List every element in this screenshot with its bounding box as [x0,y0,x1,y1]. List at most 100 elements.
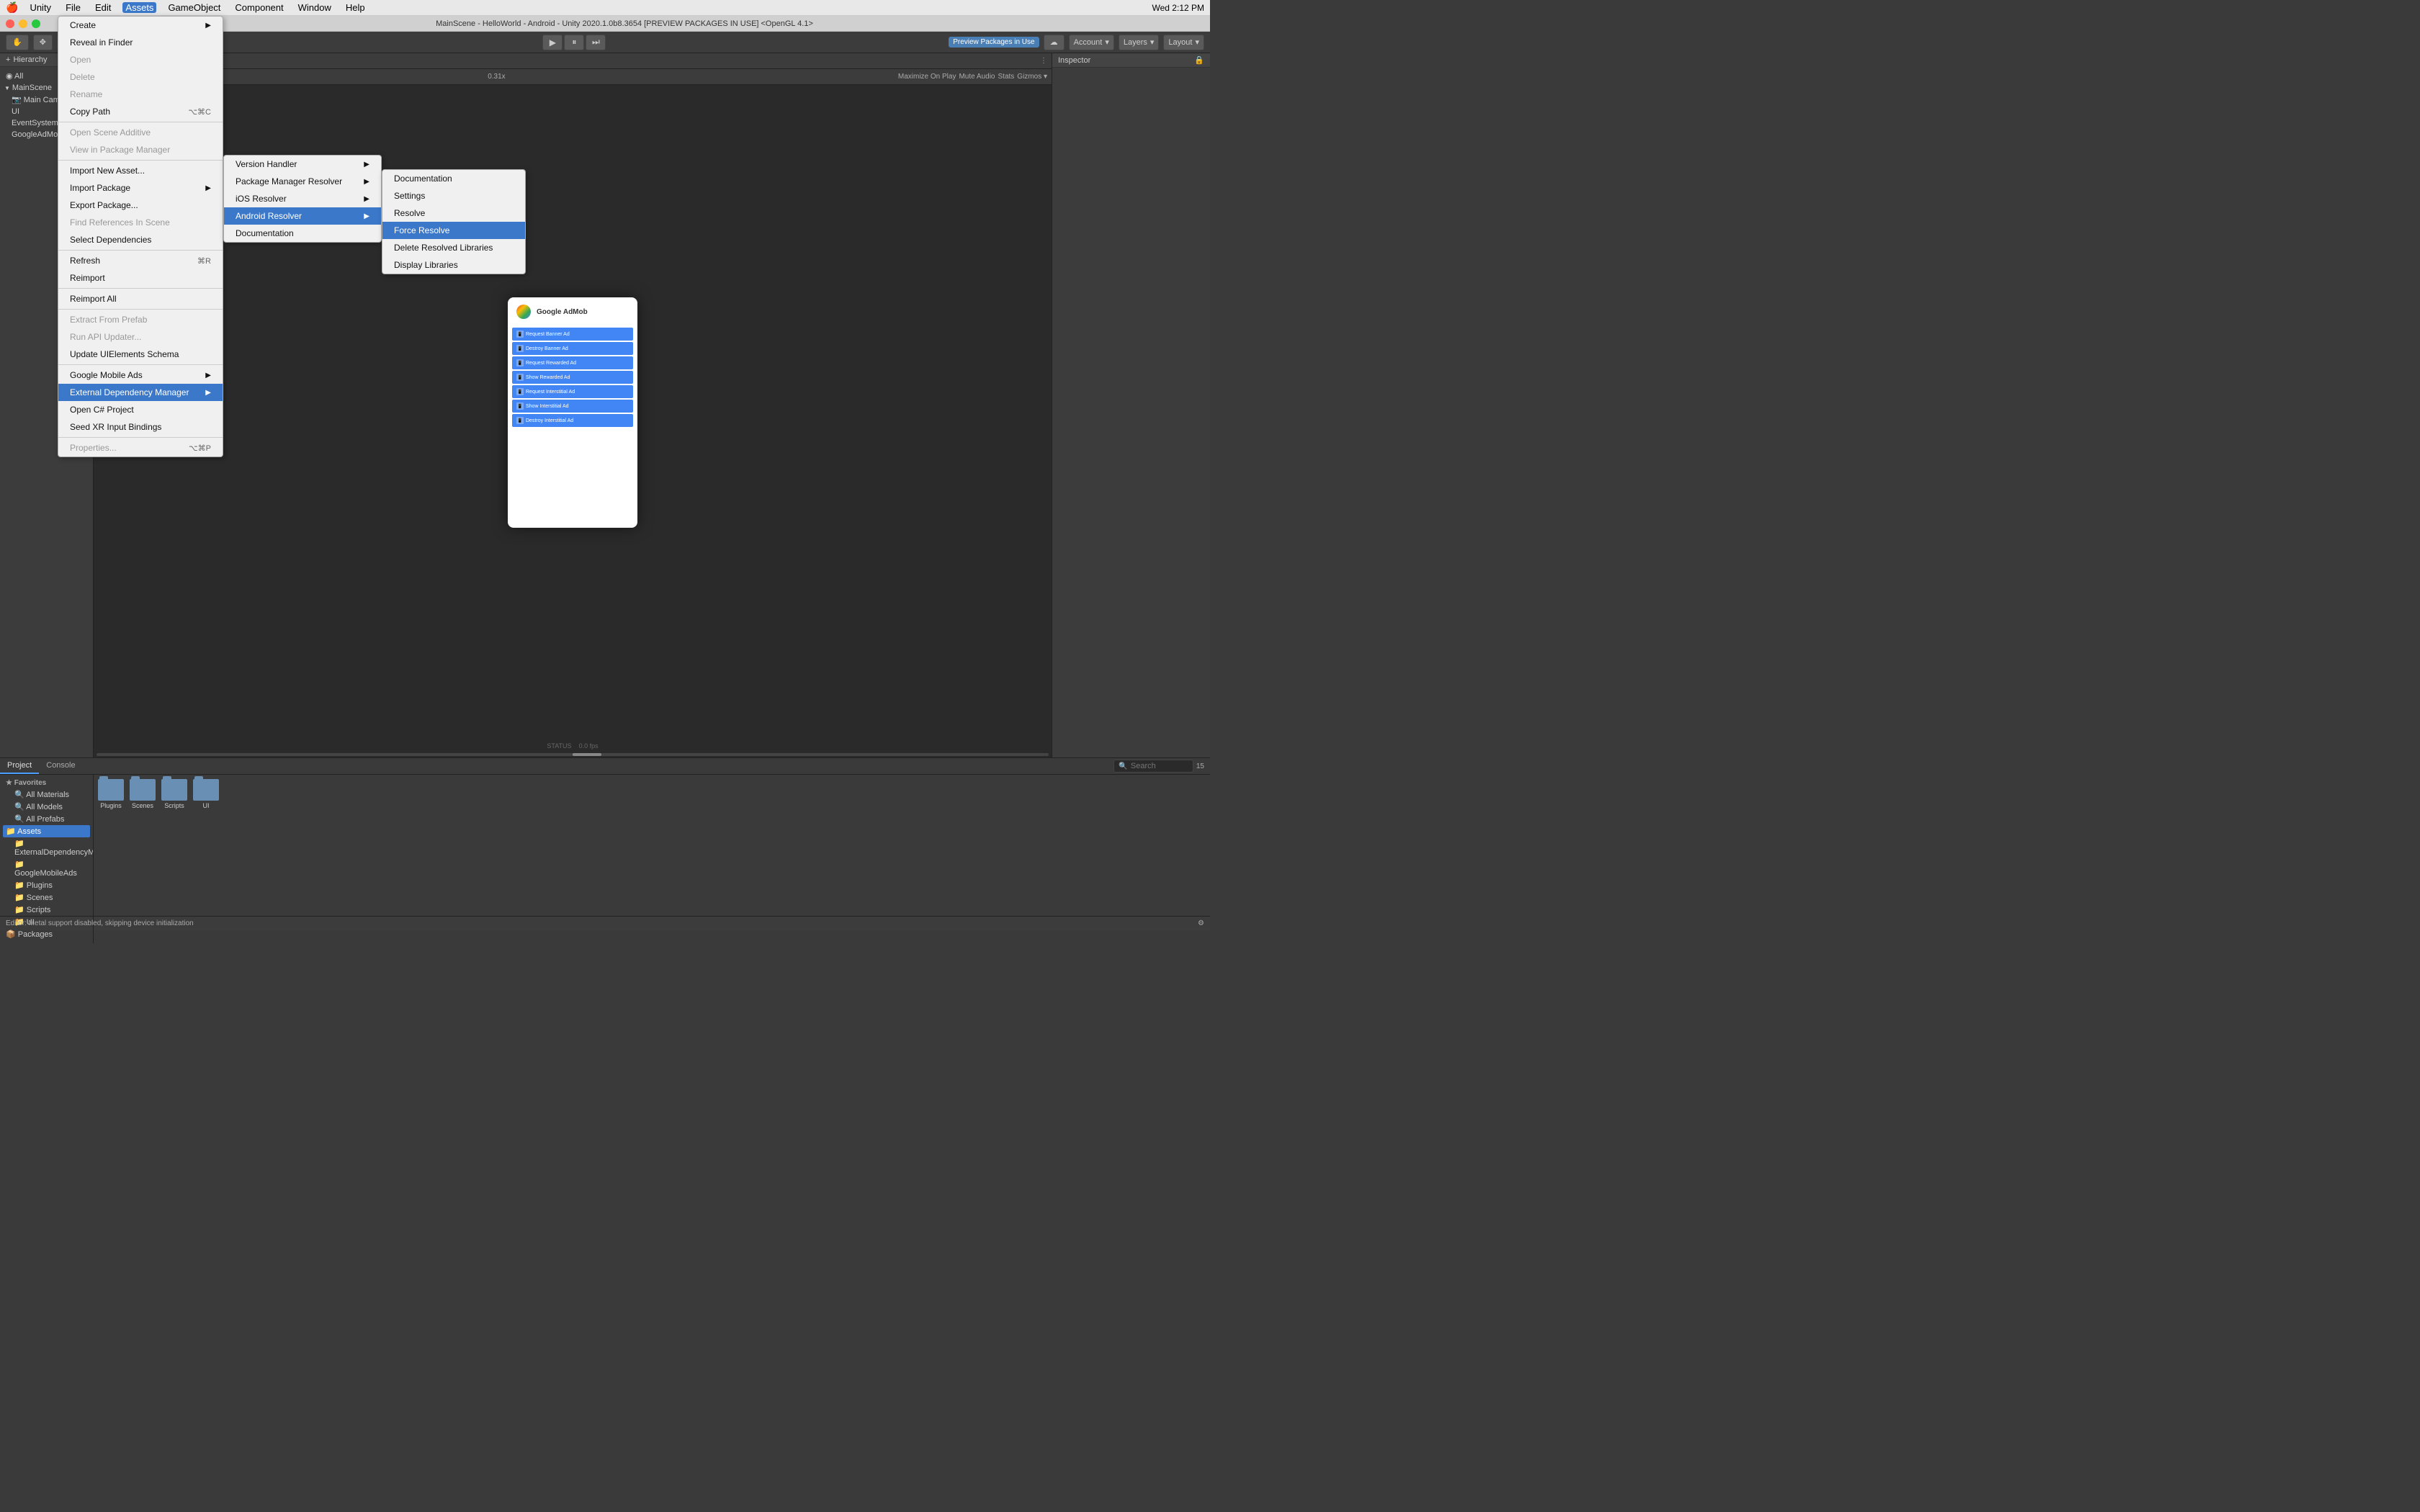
menu-help[interactable]: Help [343,2,368,13]
scene-more-btn[interactable]: ⋮ [1040,57,1047,65]
menu-reveal-finder[interactable]: Reveal in Finder [58,34,223,51]
phone-btn-show-rewarded[interactable]: 📱 Show Rewarded Ad [512,371,633,384]
phone-btn-icon-1: 📱 [516,330,524,338]
phone-btn-destroy-banner[interactable]: 📱 Destroy Banner Ad [512,342,633,355]
menu-reimport[interactable]: Reimport [58,269,223,287]
stats-btn[interactable]: Stats [998,73,1015,81]
folder-ui[interactable]: UI [193,779,219,809]
phone-mockup: Google AdMob 📱 Request Banner Ad 📱 Destr… [508,297,637,528]
extdep-ios-resolver[interactable]: iOS Resolver ▶ [224,190,381,207]
extdep-documentation[interactable]: Documentation [224,225,381,242]
menu-reimport-all[interactable]: Reimport All [58,290,223,307]
phone-btn-icon-5: 📱 [516,388,524,395]
menu-window[interactable]: Window [295,2,334,13]
menu-import-package[interactable]: Import Package ▶ [58,179,223,197]
folder-scenes[interactable]: Scenes [130,779,156,809]
window-maximize-btn[interactable] [32,19,40,28]
android-resolve[interactable]: Resolve [382,204,525,222]
menu-open-csharp[interactable]: Open C# Project [58,401,223,418]
inspector-label: Inspector [1058,56,1090,65]
project-sidebar: ★ Favorites 🔍 All Materials 🔍 All Models… [0,775,94,943]
menu-edit[interactable]: Edit [92,2,114,13]
account-dropdown[interactable]: Account ▾ [1069,35,1114,50]
menu-open: Open [58,51,223,68]
folder-scripts[interactable]: Scripts [161,779,187,809]
menu-external-dep-manager[interactable]: External Dependency Manager ▶ [58,384,223,401]
inspector-lock-icon[interactable]: 🔒 [1194,55,1204,65]
android-settings[interactable]: Settings [382,187,525,204]
step-button[interactable]: ⏭ [586,35,606,50]
window-close-btn[interactable] [6,19,14,28]
menu-gameobject[interactable]: GameObject [165,2,223,13]
sidebar-plugins[interactable]: 📁 Plugins [3,879,90,891]
layout-dropdown[interactable]: Layout ▾ [1163,35,1204,50]
phone-btn-request-interstitial[interactable]: 📱 Request Interstitial Ad [512,385,633,398]
phone-btn-icon-4: 📱 [516,374,524,381]
maximize-btn[interactable]: Maximize On Play [898,73,956,81]
window-minimize-btn[interactable] [19,19,27,28]
inspector-header: Inspector 🔒 [1052,53,1210,68]
phone-btn-request-banner[interactable]: 📱 Request Banner Ad [512,328,633,341]
tab-project[interactable]: Project [0,758,39,774]
phone-btn-request-rewarded[interactable]: 📱 Request Rewarded Ad [512,356,633,369]
menu-file[interactable]: File [63,2,84,13]
gizmos-btn[interactable]: Gizmos ▾ [1017,73,1047,81]
android-delete-resolved[interactable]: Delete Resolved Libraries [382,239,525,256]
mute-btn[interactable]: Mute Audio [959,73,995,81]
hierarchy-add-btn[interactable]: + [6,55,10,64]
android-force-resolve[interactable]: Force Resolve [382,222,525,239]
menu-google-mobile-ads[interactable]: Google Mobile Ads ▶ [58,366,223,384]
assets-context-menu: Create ▶ Reveal in Finder Open Delete Re… [58,16,223,457]
extdep-version-handler[interactable]: Version Handler ▶ [224,156,381,173]
android-documentation[interactable]: Documentation [382,170,525,187]
project-search-input[interactable] [1131,762,1188,770]
menu-update-uielements[interactable]: Update UIElements Schema [58,346,223,363]
phone-btn-icon-6: 📱 [516,402,524,410]
toolbar-hand-btn[interactable]: ✋ [6,35,29,50]
extdep-android-resolver[interactable]: Android Resolver ▶ [224,207,381,225]
sidebar-scripts[interactable]: 📁 Scripts [3,904,90,916]
menu-copy-path[interactable]: Copy Path ⌥⌘C [58,103,223,120]
menu-run-api-updater: Run API Updater... [58,328,223,346]
menu-export-package[interactable]: Export Package... [58,197,223,214]
menu-select-dependencies[interactable]: Select Dependencies [58,231,223,248]
scene-status-bar: STATUS 0.0 fps [94,740,1052,752]
phone-btn-icon-7: 📱 [516,417,524,424]
mac-menubar: 🍎 Unity File Edit Assets GameObject Comp… [0,0,1210,16]
collab-btn[interactable]: ☁ [1044,35,1065,50]
phone-btn-show-interstitial[interactable]: 📱 Show Interstitial Ad [512,400,633,413]
project-content: ★ Favorites 🔍 All Materials 🔍 All Models… [0,775,1210,943]
sidebar-all-prefabs[interactable]: 🔍 All Prefabs [3,813,90,825]
sidebar-assets[interactable]: 📁 Assets [3,825,90,837]
toolbar-move-btn[interactable]: ✥ [33,35,53,50]
menu-import-new-asset[interactable]: Import New Asset... [58,162,223,179]
phone-btn-icon-3: 📱 [516,359,524,366]
status-message: Editor: Metal support disabled, skipping… [6,919,194,927]
extdep-package-manager-resolver[interactable]: Package Manager Resolver ▶ [224,173,381,190]
sidebar-scenes[interactable]: 📁 Scenes [3,891,90,904]
pause-button[interactable]: ⏸ [564,35,584,50]
preview-badge: Preview Packages in Use [949,37,1039,48]
play-button[interactable]: ▶ [542,35,563,50]
search-icon: 🔍 [1119,762,1127,770]
phone-btn-icon-2: 📱 [516,345,524,352]
android-display-libraries[interactable]: Display Libraries [382,256,525,274]
sidebar-all-materials[interactable]: 🔍 All Materials [3,788,90,801]
tab-console[interactable]: Console [39,758,82,774]
menu-refresh[interactable]: Refresh ⌘R [58,252,223,269]
menu-component[interactable]: Component [232,2,286,13]
separator-5 [58,309,223,310]
menu-seed-xr[interactable]: Seed XR Input Bindings [58,418,223,436]
sidebar-external-dep[interactable]: 📁 ExternalDependencyManager [3,837,90,858]
menu-assets[interactable]: Assets [122,2,156,13]
sidebar-googlemobileads[interactable]: 📁 GoogleMobileAds [3,858,90,879]
folder-plugins[interactable]: Plugins [98,779,124,809]
menu-create[interactable]: Create ▶ [58,17,223,34]
sidebar-packages[interactable]: 📦 Packages [3,928,90,940]
menu-unity[interactable]: Unity [27,2,54,13]
scene-scrollbar[interactable] [94,752,1052,757]
sidebar-all-models[interactable]: 🔍 All Models [3,801,90,813]
layers-dropdown[interactable]: Layers ▾ [1119,35,1160,50]
phone-btn-destroy-interstitial[interactable]: 📱 Destroy Interstitial Ad [512,414,633,427]
apple-menu[interactable]: 🍎 [6,1,18,14]
